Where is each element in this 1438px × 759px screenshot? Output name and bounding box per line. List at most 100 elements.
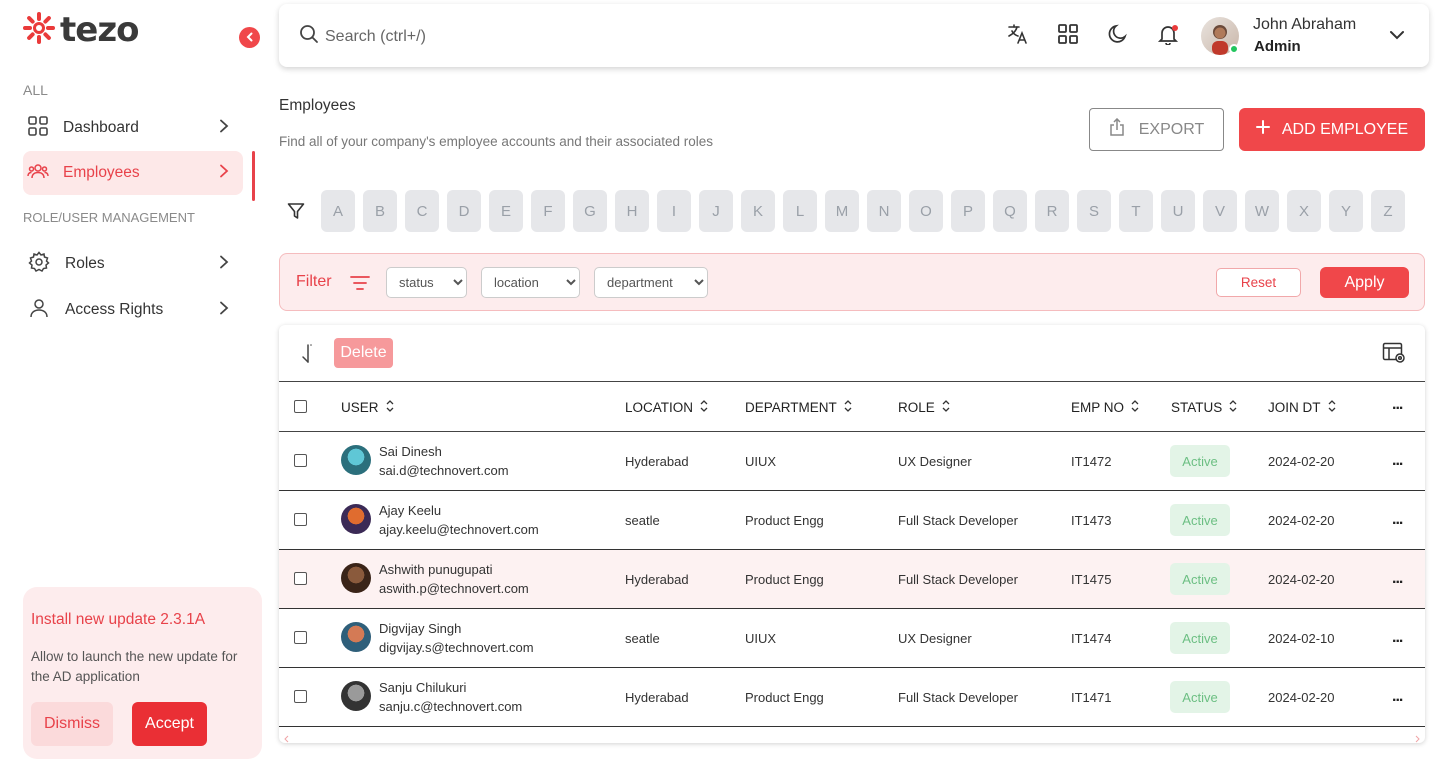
letter-filter-t[interactable]: T bbox=[1119, 190, 1153, 232]
sort-updown-icon bbox=[1228, 399, 1238, 416]
active-indicator bbox=[252, 151, 255, 201]
letter-filter-s[interactable]: S bbox=[1077, 190, 1111, 232]
filter-funnel-icon[interactable] bbox=[287, 202, 305, 225]
letter-filter-k[interactable]: K bbox=[741, 190, 775, 232]
emp-no-cell: IT1475 bbox=[1071, 572, 1112, 587]
filter-label: Filter bbox=[296, 273, 332, 290]
row-more-options[interactable]: ... bbox=[1392, 629, 1403, 647]
letter-filter-n[interactable]: N bbox=[867, 190, 901, 232]
letter-filter-v[interactable]: V bbox=[1203, 190, 1237, 232]
dismiss-button[interactable]: Dismiss bbox=[31, 702, 113, 746]
column-header-emp-no[interactable]: EMP NO bbox=[1071, 399, 1140, 416]
export-button[interactable]: EXPORT bbox=[1089, 108, 1224, 151]
status-badge: Active bbox=[1170, 504, 1230, 536]
table-row[interactable]: Ajay Keelu ajay.keelu@technovert.com seatl… bbox=[279, 491, 1425, 550]
status-badge: Active bbox=[1170, 445, 1230, 477]
sort-arrow-down-icon[interactable] bbox=[300, 343, 316, 370]
filter-lines-icon[interactable] bbox=[350, 274, 370, 297]
row-checkbox[interactable] bbox=[294, 572, 307, 585]
row-more-options[interactable]: ... bbox=[1392, 688, 1403, 706]
row-more-options[interactable]: ... bbox=[1392, 570, 1403, 588]
row-checkbox[interactable] bbox=[294, 690, 307, 703]
letter-filter-z[interactable]: Z bbox=[1371, 190, 1405, 232]
table-row[interactable]: Digvijay Singh digvijay.s@technovert.com s… bbox=[279, 609, 1425, 668]
letter-filter-y[interactable]: Y bbox=[1329, 190, 1363, 232]
letter-filter-u[interactable]: U bbox=[1161, 190, 1195, 232]
sidebar-item-dashboard[interactable]: Dashboard bbox=[23, 106, 243, 150]
letter-filter-g[interactable]: G bbox=[573, 190, 607, 232]
apps-button[interactable] bbox=[1056, 23, 1080, 48]
letter-filter-c[interactable]: C bbox=[405, 190, 439, 232]
add-employee-button[interactable]: ADD EMPLOYEE bbox=[1239, 108, 1425, 151]
delete-button[interactable]: Delete bbox=[334, 338, 393, 368]
user-icon bbox=[27, 296, 51, 325]
letter-filter-b[interactable]: B bbox=[363, 190, 397, 232]
status-select[interactable]: status bbox=[386, 267, 467, 298]
letter-filter-p[interactable]: P bbox=[951, 190, 985, 232]
row-more-options[interactable]: ... bbox=[1392, 511, 1403, 529]
letter-filter-j[interactable]: J bbox=[699, 190, 733, 232]
letter-filter-r[interactable]: R bbox=[1035, 190, 1069, 232]
department-cell: Product Engg bbox=[745, 572, 824, 587]
horizontal-scrollbar[interactable] bbox=[284, 730, 1420, 743]
section-label-role-management: ROLE/USER MANAGEMENT bbox=[23, 210, 195, 225]
row-checkbox[interactable] bbox=[294, 631, 307, 644]
letter-filter-a[interactable]: A bbox=[321, 190, 355, 232]
notifications-button[interactable] bbox=[1156, 24, 1180, 48]
section-label-all: ALL bbox=[23, 82, 48, 98]
row-checkbox[interactable] bbox=[294, 513, 307, 526]
location-select[interactable]: location bbox=[481, 267, 580, 298]
column-label: EMP NO bbox=[1071, 400, 1125, 415]
column-header-role[interactable]: ROLE bbox=[898, 399, 951, 416]
department-select[interactable]: department bbox=[594, 267, 708, 298]
theme-toggle-button[interactable] bbox=[1106, 24, 1130, 48]
letter-filter-f[interactable]: F bbox=[531, 190, 565, 232]
role-cell: Full Stack Developer bbox=[898, 572, 1018, 587]
page-subtitle: Find all of your company's employee acco… bbox=[279, 134, 714, 149]
user-email: ajay.keelu@technovert.com bbox=[379, 522, 539, 537]
status-badge: Active bbox=[1170, 681, 1230, 713]
letter-filter-e[interactable]: E bbox=[489, 190, 523, 232]
accept-button[interactable]: Accept bbox=[132, 702, 207, 746]
collapse-sidebar-button[interactable] bbox=[239, 27, 260, 48]
apply-button[interactable]: Apply bbox=[1320, 267, 1409, 298]
sidebar-item-access-rights[interactable]: Access Rights bbox=[23, 288, 243, 332]
column-header-user[interactable]: USER bbox=[341, 399, 395, 416]
row-more-options[interactable]: ... bbox=[1392, 452, 1403, 470]
row-checkbox[interactable] bbox=[294, 454, 307, 467]
column-header-location[interactable]: LOCATION bbox=[625, 399, 709, 416]
join-date-cell: 2024-02-20 bbox=[1268, 572, 1335, 587]
letter-filter-o[interactable]: O bbox=[909, 190, 943, 232]
letter-filter-h[interactable]: H bbox=[615, 190, 649, 232]
letter-filter-q[interactable]: Q bbox=[993, 190, 1027, 232]
column-settings-icon[interactable] bbox=[1382, 342, 1406, 369]
plus-icon bbox=[1255, 120, 1270, 139]
letter-filter-x[interactable]: X bbox=[1287, 190, 1321, 232]
reset-button[interactable]: Reset bbox=[1216, 268, 1301, 297]
user-email: sanju.c@technovert.com bbox=[379, 699, 523, 714]
column-header-status[interactable]: STATUS bbox=[1171, 399, 1238, 416]
column-header-join-dt[interactable]: JOIN DT bbox=[1268, 399, 1337, 416]
letter-filter-i[interactable]: I bbox=[657, 190, 691, 232]
column-header-department[interactable]: DEPARTMENT bbox=[745, 399, 853, 416]
table-row[interactable]: Ashwith punugupati aswith.p@technovert.co… bbox=[279, 550, 1425, 609]
status-badge: Active bbox=[1170, 563, 1230, 595]
table-row[interactable]: Sanju Chilukuri sanju.c@technovert.com Hyd… bbox=[279, 668, 1425, 727]
select-all-checkbox[interactable] bbox=[294, 400, 307, 413]
user-menu-chevron-down-icon[interactable] bbox=[1389, 28, 1405, 46]
letter-filter-d[interactable]: D bbox=[447, 190, 481, 232]
letter-filter-w[interactable]: W bbox=[1245, 190, 1279, 232]
sidebar-item-employees[interactable]: Employees bbox=[23, 151, 243, 195]
header-more-options[interactable]: ... bbox=[1392, 396, 1403, 414]
search-input[interactable] bbox=[325, 27, 625, 46]
avatar bbox=[341, 681, 371, 711]
letter-filter-l[interactable]: L bbox=[783, 190, 817, 232]
search-bar[interactable] bbox=[299, 24, 625, 49]
logo[interactable]: tezo bbox=[22, 10, 139, 50]
letter-filter-m[interactable]: M bbox=[825, 190, 859, 232]
table-header: USER LOCATION DEPARTMENT ROLE EMP NO STA… bbox=[279, 381, 1425, 432]
table-row[interactable]: Sai Dinesh sai.d@technovert.com Hyderabad U… bbox=[279, 432, 1425, 491]
translate-button[interactable] bbox=[1006, 23, 1030, 48]
user-name: John Abraham bbox=[1253, 16, 1357, 33]
sidebar-item-roles[interactable]: Roles bbox=[23, 242, 243, 286]
